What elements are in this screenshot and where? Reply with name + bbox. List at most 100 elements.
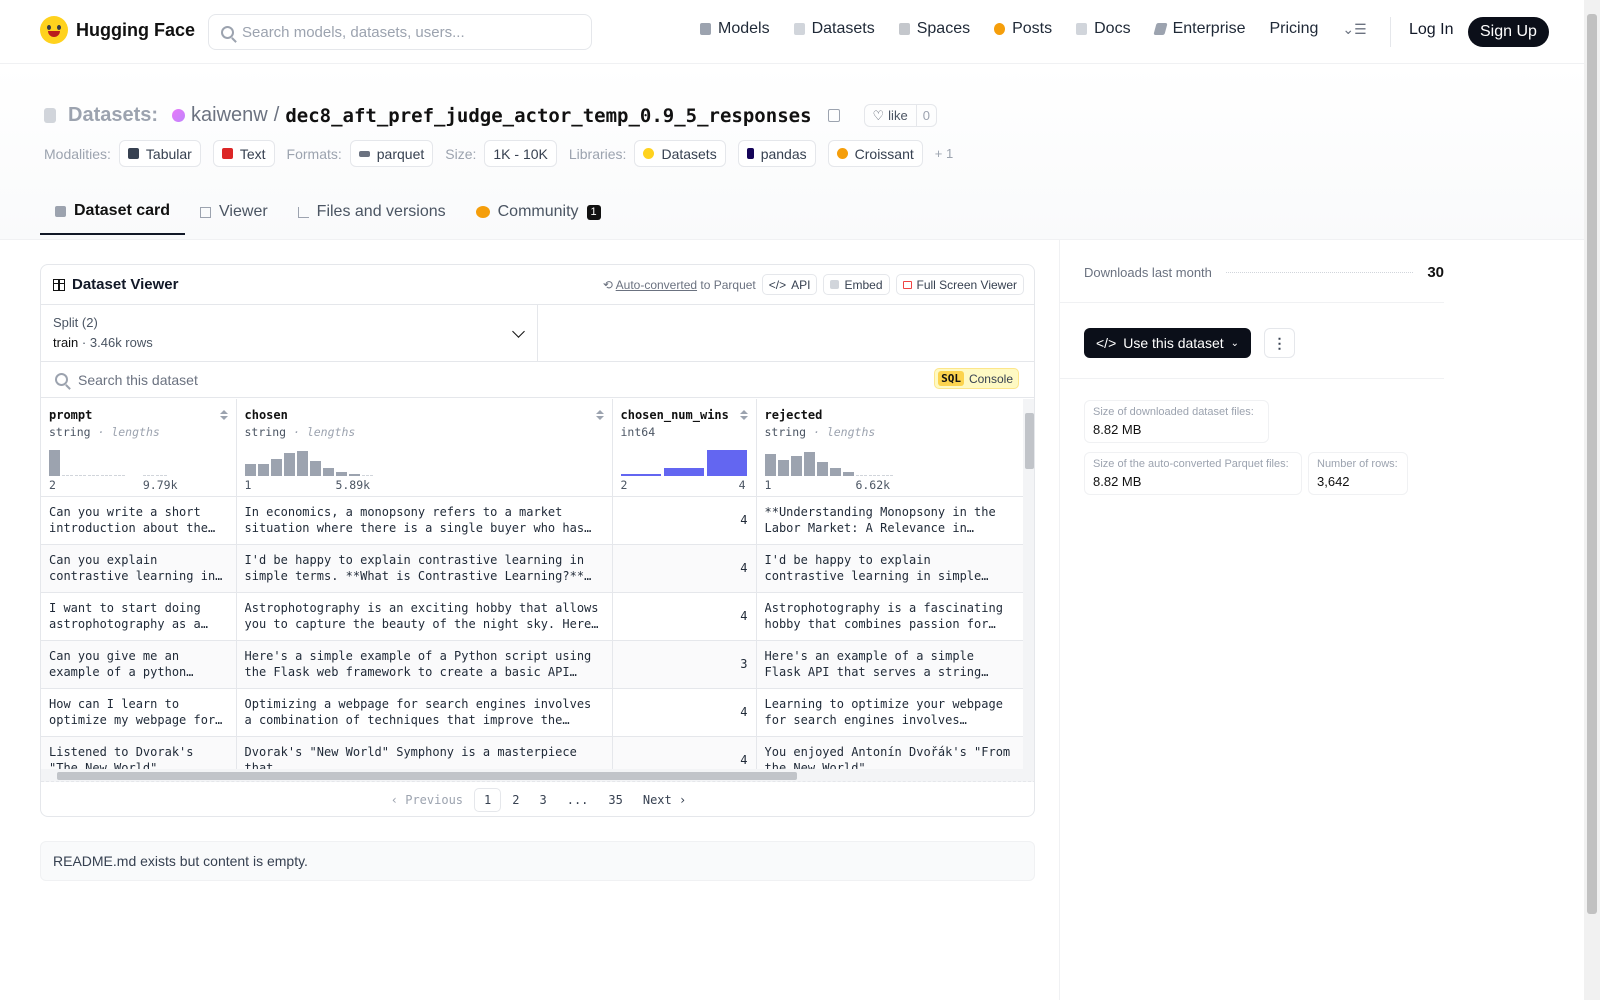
tab-community[interactable]: Community 1	[461, 189, 616, 235]
nav-pricing[interactable]: Pricing	[1269, 20, 1318, 38]
cell-prompt[interactable]: I want to start doing astrophotography a…	[41, 592, 237, 641]
table-row[interactable]: I want to start doing astrophotography a…	[41, 592, 1023, 641]
tag-parquet[interactable]: parquet	[349, 140, 434, 167]
cell-prompt[interactable]: Can you explain contrastive learning in …	[41, 544, 237, 593]
embed-button[interactable]: Embed	[823, 274, 890, 295]
cell-prompt[interactable]: Can you give me an example of a python s…	[41, 640, 237, 689]
nav-datasets[interactable]: Datasets	[793, 20, 875, 38]
cell-chosen-num-wins[interactable]: 4	[612, 496, 757, 545]
nav-pricing-label: Pricing	[1269, 20, 1319, 37]
nav-spaces[interactable]: Spaces	[898, 20, 970, 38]
brand-logo[interactable]: Hugging Face	[40, 16, 195, 44]
tag-croissant[interactable]: Croissant	[827, 140, 923, 167]
previous-page-button[interactable]: ‹ Previous	[382, 789, 472, 811]
nav-models[interactable]: Models	[700, 20, 770, 38]
cell-chosen[interactable]: Here's a simple example of a Python scri…	[236, 640, 613, 689]
global-search-input[interactable]: Search models, datasets, users...	[208, 14, 592, 50]
cell-chosen[interactable]: Dvorak's "New World" Symphony is a maste…	[236, 736, 613, 769]
repo-name[interactable]: dec8_aft_pref_judge_actor_temp_0.9_5_res…	[285, 105, 811, 127]
tab-dataset-card[interactable]: Dataset card	[40, 189, 186, 235]
next-page-button[interactable]: Next ›	[634, 789, 695, 811]
split-selector[interactable]: Split (2) train · 3.46k rows	[41, 305, 538, 361]
table-horizontal-scrollbar[interactable]	[41, 769, 1034, 782]
fullscreen-viewer-button[interactable]: Full Screen Viewer	[895, 274, 1024, 295]
tag-pandas[interactable]: pandas	[737, 140, 816, 167]
cell-rejected[interactable]: You enjoyed Antonín Dvořák's "From the N…	[756, 736, 1023, 769]
table-row[interactable]: Can you give me an example of a python s…	[41, 640, 1023, 689]
cell-chosen-text: In economics, a monopsony refers to a ma…	[244, 504, 585, 535]
cell-chosen-num-wins[interactable]: 4	[612, 592, 757, 641]
table-vertical-scrollbar[interactable]	[1023, 399, 1034, 769]
use-this-dataset-button[interactable]: </> Use this dataset ⌄	[1084, 328, 1252, 358]
tag-size[interactable]: 1K - 10K	[484, 140, 557, 167]
api-button[interactable]: </> API	[761, 274, 818, 295]
cell-rejected[interactable]: **Understanding Monopsony in the Labor M…	[756, 496, 1023, 545]
nav-enterprise[interactable]: Enterprise	[1152, 20, 1245, 38]
tag-tabular[interactable]: Tabular	[118, 140, 201, 167]
nav-docs[interactable]: Docs	[1076, 20, 1131, 38]
table-row[interactable]: Listened to Dvorak's "The New World" sym…	[41, 736, 1023, 769]
autoconverted-link[interactable]: Auto-converted	[616, 278, 697, 292]
login-link[interactable]: Log In	[1409, 21, 1453, 39]
nav-more-menu-icon[interactable]: ⌄☰	[1342, 21, 1366, 38]
cell-prompt[interactable]: Listened to Dvorak's "The New World" sym…	[41, 736, 237, 769]
tab-viewer[interactable]: Viewer	[185, 189, 283, 235]
tab-viewer-label: Viewer	[219, 203, 268, 220]
table-row[interactable]: How can I learn to optimize my webpage f…	[41, 688, 1023, 737]
owner-link[interactable]: kaiwenw	[191, 104, 268, 127]
stat-download-size: Size of downloaded dataset files: 8.82 M…	[1084, 400, 1269, 443]
page-35-button[interactable]: 35	[599, 789, 631, 811]
dataset-search-placeholder: Search this dataset	[78, 371, 198, 388]
stat-number-of-rows: Number of rows: 3,642	[1308, 452, 1408, 495]
hugging-face-logo-icon	[40, 16, 68, 44]
cell-chosen-num-wins[interactable]: 4	[612, 688, 757, 737]
signup-button[interactable]: Sign Up	[1468, 17, 1549, 47]
scroll-thumb[interactable]	[1025, 413, 1034, 469]
use-this-dataset-label: Use this dataset	[1123, 335, 1224, 351]
tag-datasets-lib[interactable]: Datasets	[634, 140, 726, 167]
section-label[interactable]: Datasets:	[68, 104, 158, 127]
column-header-chosen-num-wins[interactable]: chosen_num_wins int64 2 4	[612, 399, 757, 497]
cell-chosen[interactable]: Astrophotography is an exciting hobby th…	[236, 592, 613, 641]
page-scrollbar[interactable]	[1584, 0, 1600, 1000]
spaces-icon	[898, 23, 910, 35]
table-row[interactable]: Can you explain contrastive learning in …	[41, 544, 1023, 593]
cell-prompt[interactable]: How can I learn to optimize my webpage f…	[41, 688, 237, 737]
table-row[interactable]: Can you write a short introduction about…	[41, 496, 1023, 545]
cell-chosen-num-wins[interactable]: 3	[612, 640, 757, 689]
page-2-button[interactable]: 2	[503, 789, 528, 811]
more-libraries[interactable]: + 1	[935, 146, 953, 161]
page-1-button[interactable]: 1	[474, 788, 502, 812]
cell-rejected[interactable]: Here's an example of a simple Flask API …	[756, 640, 1023, 689]
sql-console-button[interactable]: SQL Console	[934, 368, 1019, 389]
cell-chosen[interactable]: Optimizing a webpage for search engines …	[236, 688, 613, 737]
dataset-search-input[interactable]: Search this dataset SQL Console	[41, 362, 1034, 398]
tab-files[interactable]: Files and versions	[283, 189, 461, 235]
column-header-chosen[interactable]: chosen string · lengths 1 5.89k	[236, 399, 613, 497]
copy-icon[interactable]	[827, 109, 840, 122]
scroll-thumb[interactable]	[1587, 14, 1597, 914]
tag-text[interactable]: Text	[212, 140, 275, 167]
column-header-rejected[interactable]: rejected string · lengths 1 6.62k	[756, 399, 1023, 497]
column-header-prompt[interactable]: prompt string · lengths 2 9.79k	[41, 399, 237, 497]
nav-posts[interactable]: Posts	[994, 20, 1052, 38]
cell-prompt[interactable]: Can you write a short introduction about…	[41, 496, 237, 545]
column-type: string	[244, 425, 287, 439]
data-table-container[interactable]: prompt string · lengths 2 9.79k chosen st…	[41, 399, 1023, 769]
table-icon	[200, 206, 212, 218]
like-button[interactable]: ♡ like 0	[863, 104, 937, 127]
cell-rejected[interactable]: Learning to optimize your webpage for se…	[756, 688, 1023, 737]
column-type-extra: · lengths	[812, 425, 876, 439]
cell-chosen-num-wins[interactable]: 4	[612, 736, 757, 769]
cell-rejected[interactable]: Astrophotography is a fascinating hobby …	[756, 592, 1023, 641]
cell-rejected[interactable]: I'd be happy to explain contrastive lear…	[756, 544, 1023, 593]
scroll-thumb[interactable]	[57, 772, 797, 780]
page-3-button[interactable]: 3	[530, 789, 555, 811]
tag-size-label: 1K - 10K	[493, 145, 548, 162]
cell-prompt-text: Can you give me an example of a python s…	[49, 648, 187, 679]
cell-chosen[interactable]: In economics, a monopsony refers to a ma…	[236, 496, 613, 545]
column-name: prompt	[49, 408, 93, 422]
cell-chosen-num-wins[interactable]: 4	[612, 544, 757, 593]
more-options-button[interactable]: ⋮	[1264, 328, 1295, 358]
cell-chosen[interactable]: I'd be happy to explain contrastive lear…	[236, 544, 613, 593]
